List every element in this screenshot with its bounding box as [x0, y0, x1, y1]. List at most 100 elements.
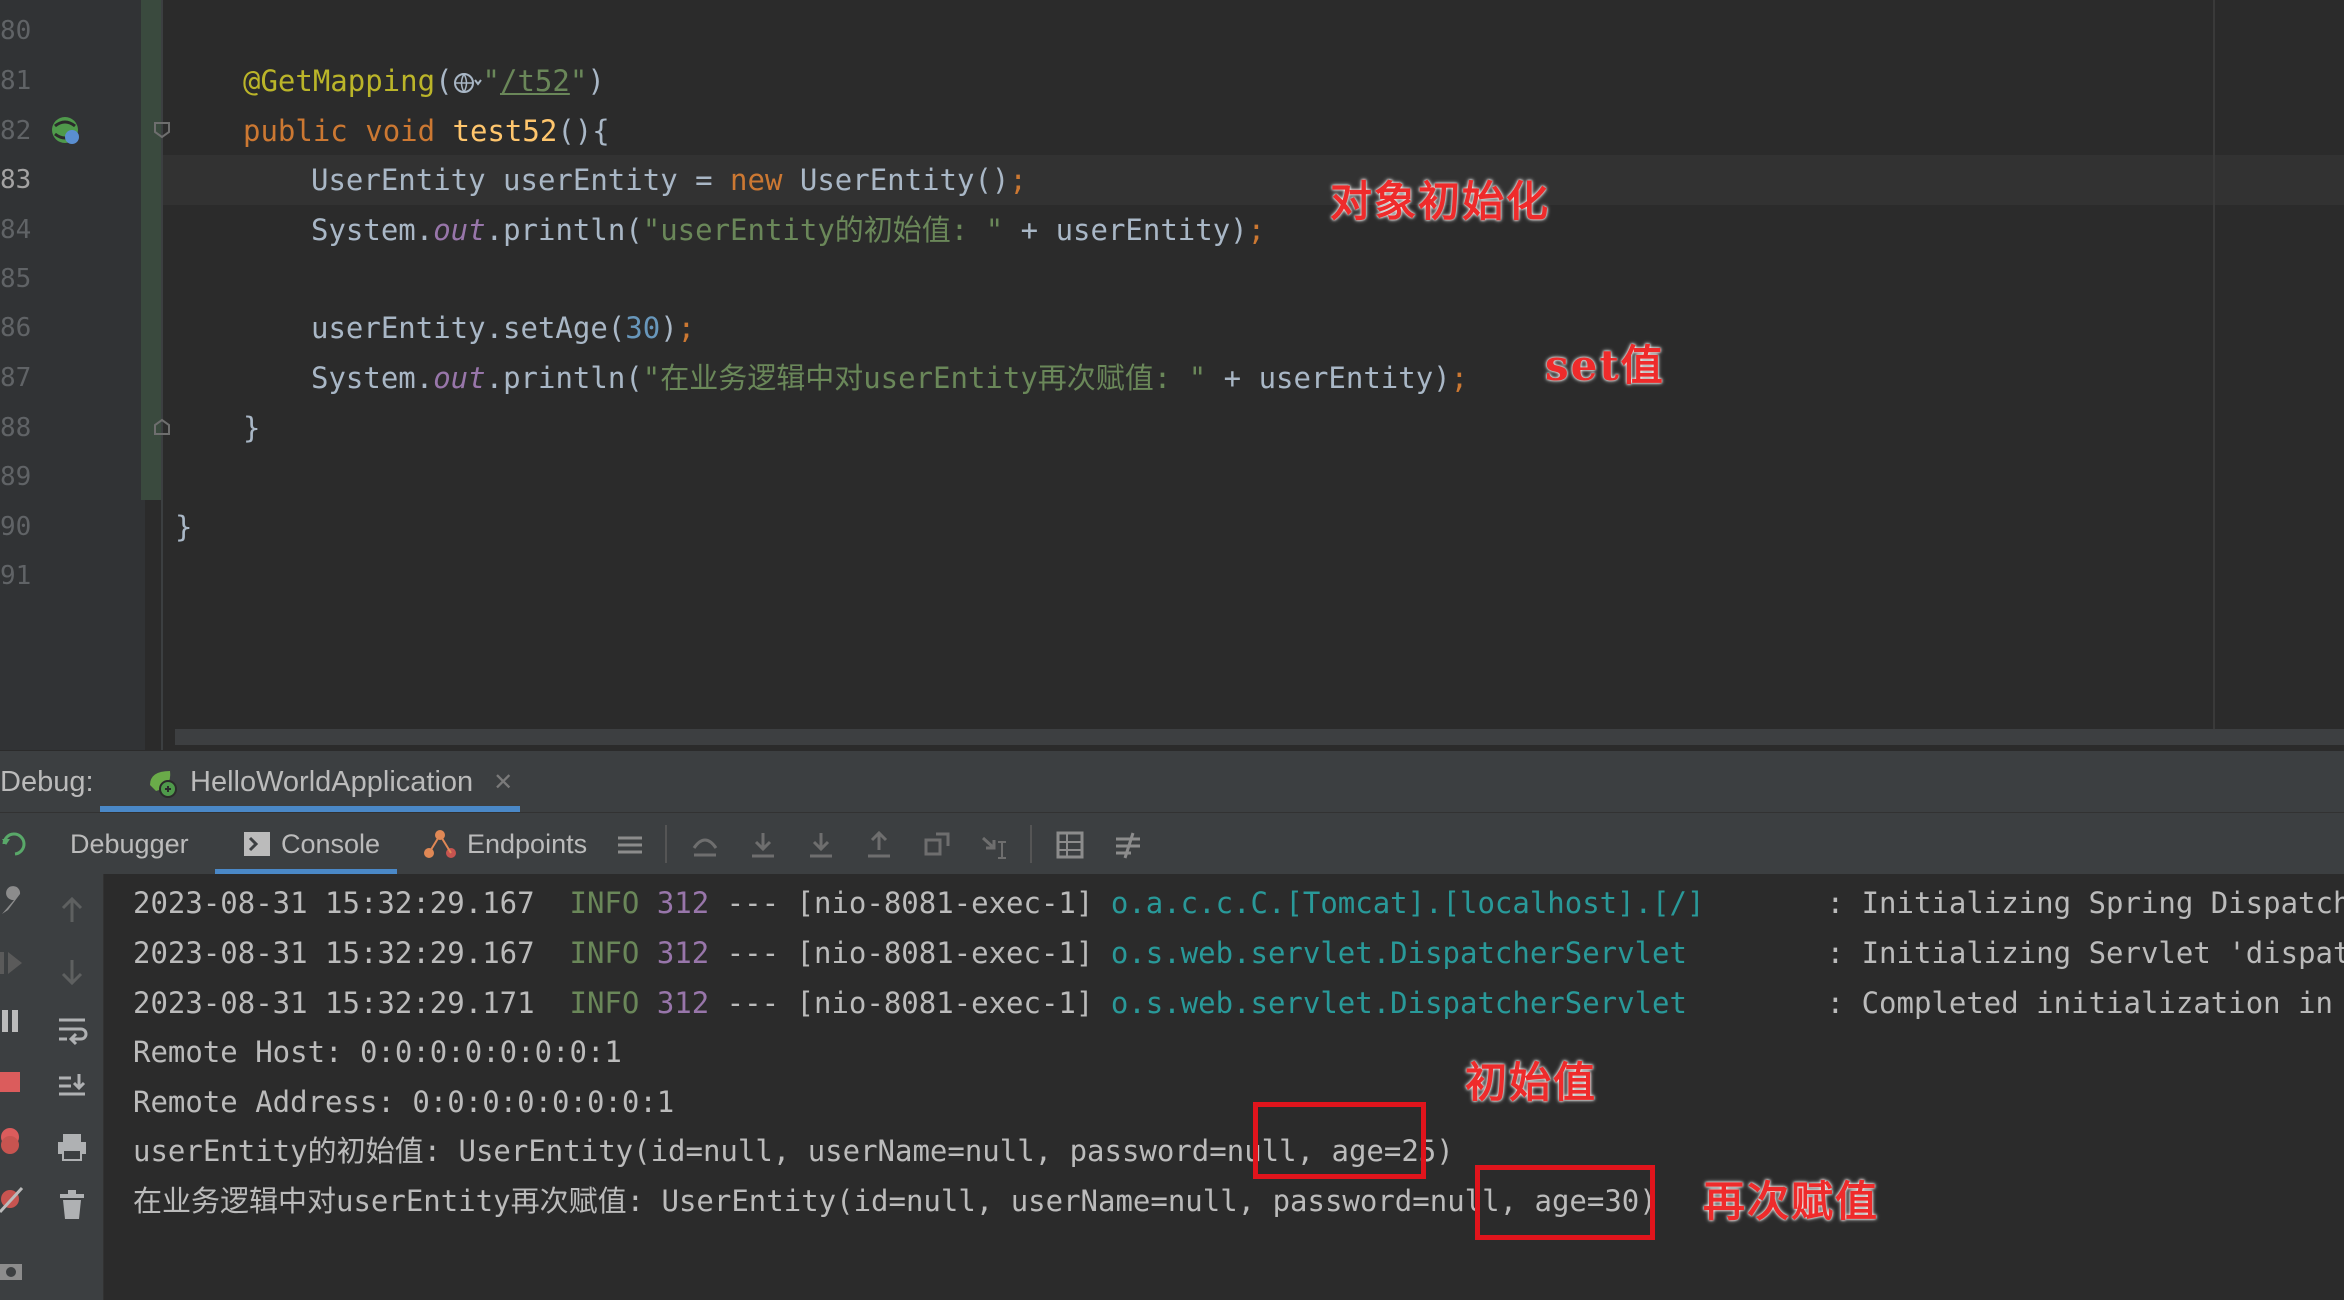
annotation-getmapping: @GetMapping — [243, 64, 436, 98]
semicolon: ; — [677, 311, 696, 345]
code-text: ) — [660, 311, 678, 345]
stop-icon[interactable] — [0, 1064, 24, 1098]
annotation-set-value: set值 — [1545, 341, 1665, 390]
code-text: UserEntity() — [782, 163, 1010, 197]
run-to-cursor-icon[interactable] — [980, 830, 1010, 860]
code-line-84: System.out.println("userEntity的初始值: " + … — [311, 205, 1265, 255]
scroll-to-end-icon[interactable] — [55, 1070, 89, 1104]
tab-endpoints[interactable]: Endpoints — [423, 813, 587, 875]
drop-frame-icon[interactable] — [922, 830, 952, 860]
quote: " — [482, 64, 500, 98]
line-number: 81 — [0, 66, 32, 96]
log-separator: --- — [726, 986, 780, 1020]
console-output[interactable]: 2023-08-31 15:32:29.167 INFO 312 --- [ni… — [105, 874, 2344, 1300]
keyword-public: public — [243, 114, 348, 148]
semicolon: ; — [1009, 163, 1027, 197]
log-level: INFO — [569, 936, 640, 970]
number-literal: 30 — [625, 311, 661, 345]
code-text: System. — [311, 213, 434, 247]
menu-icon[interactable] — [615, 830, 645, 860]
code-text: .println( — [485, 213, 643, 247]
console-icon — [244, 832, 270, 856]
wrench-icon[interactable] — [0, 884, 24, 918]
line-number: 88 — [0, 413, 32, 443]
quote: " — [569, 64, 588, 98]
step-out-icon[interactable] — [864, 830, 894, 860]
string-literal: "在业务逻辑中对userEntity再次赋值: " — [642, 361, 1207, 395]
step-into-icon[interactable] — [748, 830, 778, 860]
debug-tool-window-header: Debug: HelloWorldApplication ✕ — [0, 750, 2344, 812]
code-text: + userEntity) — [1206, 361, 1451, 395]
code-line-83: UserEntity userEntity = new UserEntity()… — [311, 155, 1027, 205]
gutter-divider — [161, 0, 163, 750]
code-editor[interactable]: 80 81 82 83 84 85 86 87 88 89 90 91 @Get… — [0, 0, 2344, 750]
fold-icon[interactable] — [152, 120, 172, 140]
rerun-icon[interactable] — [0, 829, 30, 859]
code-line-87: System.out.println("在业务逻辑中对userEntity再次赋… — [311, 353, 1468, 403]
remote-address-line: Remote Address: 0:0:0:0:0:0:0:1 — [133, 1085, 675, 1119]
print-icon[interactable] — [55, 1130, 89, 1164]
fold-end-icon[interactable] — [152, 417, 172, 437]
endpoint-path-link[interactable]: /t52 — [500, 64, 570, 98]
up-arrow-icon[interactable] — [55, 894, 89, 928]
force-step-into-icon[interactable] — [806, 830, 836, 860]
paren: ) — [587, 64, 605, 98]
tab-label: Endpoints — [467, 828, 588, 859]
debug-toolbar: Debugger Console Endpoints — [0, 812, 2344, 874]
console-sidebar — [40, 874, 104, 1300]
trash-icon[interactable] — [55, 1188, 89, 1222]
line-number: 80 — [0, 16, 32, 46]
debug-title: Debug: — [0, 766, 94, 798]
code-text: .println( — [485, 361, 643, 395]
view-breakpoints-icon[interactable] — [0, 1124, 24, 1158]
tab-console[interactable]: Console — [243, 813, 380, 875]
horizontal-scrollbar[interactable] — [175, 729, 2344, 745]
string-literal: "userEntity的初始值: " — [642, 213, 1004, 247]
tab-label: Console — [281, 828, 381, 859]
editor-gutter: 80 81 82 83 84 85 86 87 88 89 90 91 — [0, 0, 145, 750]
log-timestamp: 2023-08-31 15:32:29.167 — [133, 886, 535, 920]
log-level: INFO — [569, 986, 640, 1020]
resume-icon[interactable] — [0, 946, 24, 980]
line-number: 90 — [0, 512, 32, 542]
trace-stream-icon[interactable] — [1113, 830, 1143, 860]
log-pid: 312 — [656, 936, 710, 970]
log-level: INFO — [569, 886, 640, 920]
log-message: : Completed initialization in 3 m — [1826, 986, 2333, 1020]
annotation-reassign: 再次赋值 — [1703, 1177, 1880, 1226]
line-number: 82 — [0, 116, 32, 146]
mute-breakpoints-icon[interactable] — [0, 1182, 24, 1216]
right-margin-guide — [2213, 0, 2215, 745]
endpoints-icon — [424, 830, 456, 858]
line-number: 86 — [0, 313, 32, 343]
close-tab-icon[interactable]: ✕ — [493, 768, 513, 797]
code-line-88: } — [243, 411, 261, 445]
camera-icon[interactable] — [0, 1252, 24, 1286]
soft-wrap-icon[interactable] — [55, 1012, 89, 1046]
line-number: 91 — [0, 561, 32, 591]
log-logger: o.a.c.c.C.[Tomcat].[localhost].[/] — [1110, 886, 1705, 920]
highlight-box-age-25 — [1253, 1102, 1426, 1179]
log-thread: [nio-8081-exec-1] — [796, 936, 1094, 970]
semicolon: ; — [1450, 361, 1469, 395]
tab-debugger[interactable]: Debugger — [70, 813, 189, 875]
field-out: out — [433, 361, 486, 395]
log-thread: [nio-8081-exec-1] — [796, 886, 1094, 920]
evaluate-expression-icon[interactable] — [1055, 830, 1085, 860]
pause-icon[interactable] — [0, 1004, 24, 1038]
line-number: 87 — [0, 363, 32, 393]
run-config-tab[interactable]: HelloWorldApplication ✕ — [124, 751, 533, 813]
code-line-82: public void test52(){ — [243, 106, 610, 156]
run-config-name: HelloWorldApplication — [190, 765, 474, 798]
line-number-current: 83 — [0, 165, 32, 195]
code-line-86: userEntity.setAge(30); — [311, 303, 695, 353]
log-pid: 312 — [656, 886, 710, 920]
line-number: 89 — [0, 462, 32, 492]
code-text: System. — [311, 361, 434, 395]
log-line: 2023-08-31 15:32:29.167 INFO 312 --- [ni… — [133, 928, 2344, 978]
run-endpoint-icon[interactable] — [49, 114, 81, 146]
step-over-icon[interactable] — [690, 830, 720, 860]
down-arrow-icon[interactable] — [55, 954, 89, 988]
globe-icon[interactable] — [453, 70, 483, 96]
tab-label: Debugger — [70, 828, 189, 859]
